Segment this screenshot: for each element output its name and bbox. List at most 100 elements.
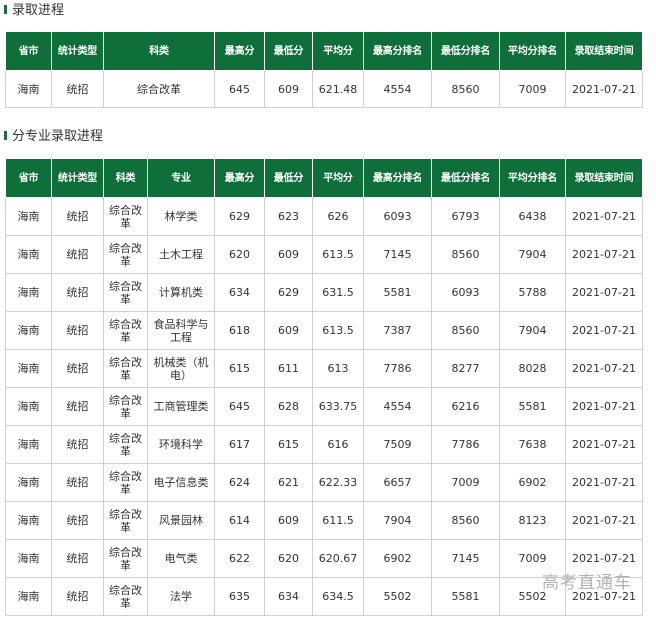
table-cell: 6216 — [431, 387, 500, 426]
watermark: 高考直通车 — [542, 573, 632, 593]
table-cell: 617 — [214, 425, 265, 464]
table-cell: 8560 — [431, 311, 500, 350]
table-cell: 2021-07-21 — [565, 425, 643, 464]
table-row: 海南 统招 综合改革 机械类（机电） 615 611 613 7786 8277 8028 2021… — [5, 349, 643, 388]
major-admission-progress-table: 省市 统计类型 科类 专业 最高分 最低分 平均分 最高分排名 最低分排名 平均分排名 录取结束时间… — [5, 158, 643, 616]
table-cell: 5581 — [363, 273, 432, 312]
table-cell: 6093 — [431, 273, 500, 312]
table-cell: 综合改革 — [103, 70, 215, 108]
table-cell: 计算机类 — [147, 273, 215, 312]
table-cell: 电子信息类 — [147, 463, 215, 502]
section-title-text: 分专业录取进程 — [12, 129, 104, 144]
table-cell: 统招 — [51, 349, 104, 388]
column-header: 最高分 — [214, 31, 265, 71]
table-cell: 6093 — [363, 197, 432, 236]
table-row: 海南 统招 综合改革 645 609 621.48 4554 8560 7009 2021-07-… — [5, 70, 643, 108]
table-cell: 7145 — [431, 539, 500, 578]
table-cell: 7009 — [499, 70, 566, 108]
table-cell: 统招 — [51, 70, 104, 108]
table-cell: 633.75 — [312, 387, 364, 426]
column-header: 省市 — [5, 31, 52, 71]
column-header: 平均分 — [312, 31, 364, 71]
table-cell: 620.67 — [312, 539, 364, 578]
table-cell: 621 — [264, 463, 313, 502]
table-cell: 7786 — [363, 349, 432, 388]
table-cell: 统招 — [51, 387, 104, 426]
table-cell: 电气类 — [147, 539, 215, 578]
table-cell: 8028 — [499, 349, 566, 388]
table-cell: 海南 — [5, 197, 52, 236]
table-cell: 626 — [312, 197, 364, 236]
table-cell: 8123 — [499, 501, 566, 540]
section-title-major-progress: 分专业录取进程 — [4, 127, 103, 147]
table-cell: 海南 — [5, 235, 52, 274]
table-cell: 634 — [264, 577, 313, 616]
table-cell: 618 — [214, 311, 265, 350]
table-cell: 609 — [264, 311, 313, 350]
table-cell: 7904 — [499, 235, 566, 274]
table-row: 海南 统招 综合改革 土木工程 620 609 613.5 7145 8560 7904 2021-… — [5, 235, 643, 274]
column-header: 最低分 — [264, 158, 313, 198]
table-cell: 海南 — [5, 273, 52, 312]
table-cell: 2021-07-21 — [565, 501, 643, 540]
table-cell: 统招 — [51, 463, 104, 502]
table-cell: 634.5 — [312, 577, 364, 616]
table-cell: 土木工程 — [147, 235, 215, 274]
column-header: 统计类型 — [51, 31, 104, 71]
table-cell: 2021-07-21 — [565, 387, 643, 426]
table-cell: 海南 — [5, 463, 52, 502]
table-cell: 6657 — [363, 463, 432, 502]
table-cell: 609 — [264, 501, 313, 540]
column-header: 专业 — [147, 158, 215, 198]
table-cell: 海南 — [5, 425, 52, 464]
table-cell: 8277 — [431, 349, 500, 388]
section-title-text: 录取进程 — [12, 3, 65, 18]
table-cell: 7009 — [431, 463, 500, 502]
table-cell: 615 — [214, 349, 265, 388]
table-cell: 611.5 — [312, 501, 364, 540]
table-cell: 7387 — [363, 311, 432, 350]
table-cell: 7786 — [431, 425, 500, 464]
table-cell: 8560 — [431, 235, 500, 274]
table-cell: 623 — [264, 197, 313, 236]
table-cell: 统招 — [51, 539, 104, 578]
table-cell: 8560 — [431, 70, 500, 108]
table-cell: 2021-07-21 — [565, 273, 643, 312]
section-marker — [4, 5, 7, 14]
table-cell: 综合改革 — [103, 311, 148, 350]
table-cell: 5581 — [499, 387, 566, 426]
table-cell: 645 — [214, 70, 265, 108]
table-cell: 2021-07-21 — [565, 70, 643, 108]
table-cell: 综合改革 — [103, 463, 148, 502]
column-header: 科类 — [103, 31, 215, 71]
table-cell: 6438 — [499, 197, 566, 236]
table-cell: 624 — [214, 463, 265, 502]
table-cell: 统招 — [51, 273, 104, 312]
column-header: 最低分 — [264, 31, 313, 71]
table-row: 海南 统招 综合改革 电子信息类 624 621 622.33 6657 7009 6902 202… — [5, 463, 643, 502]
table-row: 海南 统招 综合改革 食品科学与工程 618 609 613.5 7387 8560 7904 20… — [5, 311, 643, 350]
table-cell: 海南 — [5, 70, 52, 108]
table-row: 海南 统招 综合改革 工商管理类 645 628 633.75 4554 6216 5581 202… — [5, 387, 643, 426]
table-cell: 609 — [264, 235, 313, 274]
table-cell: 统招 — [51, 235, 104, 274]
table-cell: 614 — [214, 501, 265, 540]
table-cell: 622.33 — [312, 463, 364, 502]
table-cell: 工商管理类 — [147, 387, 215, 426]
table-cell: 2021-07-21 — [565, 197, 643, 236]
table-cell: 616 — [312, 425, 364, 464]
section-title-admission-progress: 录取进程 — [4, 1, 64, 21]
table-cell: 海南 — [5, 577, 52, 616]
table-cell: 综合改革 — [103, 501, 148, 540]
table-cell: 5788 — [499, 273, 566, 312]
table-cell: 7904 — [363, 501, 432, 540]
table-cell: 综合改革 — [103, 539, 148, 578]
table-cell: 629 — [214, 197, 265, 236]
table-cell: 609 — [264, 70, 313, 108]
table-cell: 613.5 — [312, 235, 364, 274]
table-row: 海南 统招 综合改革 计算机类 634 629 631.5 5581 6093 5788 2021-… — [5, 273, 643, 312]
column-header: 平均分排名 — [499, 158, 566, 198]
table-cell: 613.5 — [312, 311, 364, 350]
table-cell: 4554 — [363, 387, 432, 426]
table-cell: 5581 — [431, 577, 500, 616]
